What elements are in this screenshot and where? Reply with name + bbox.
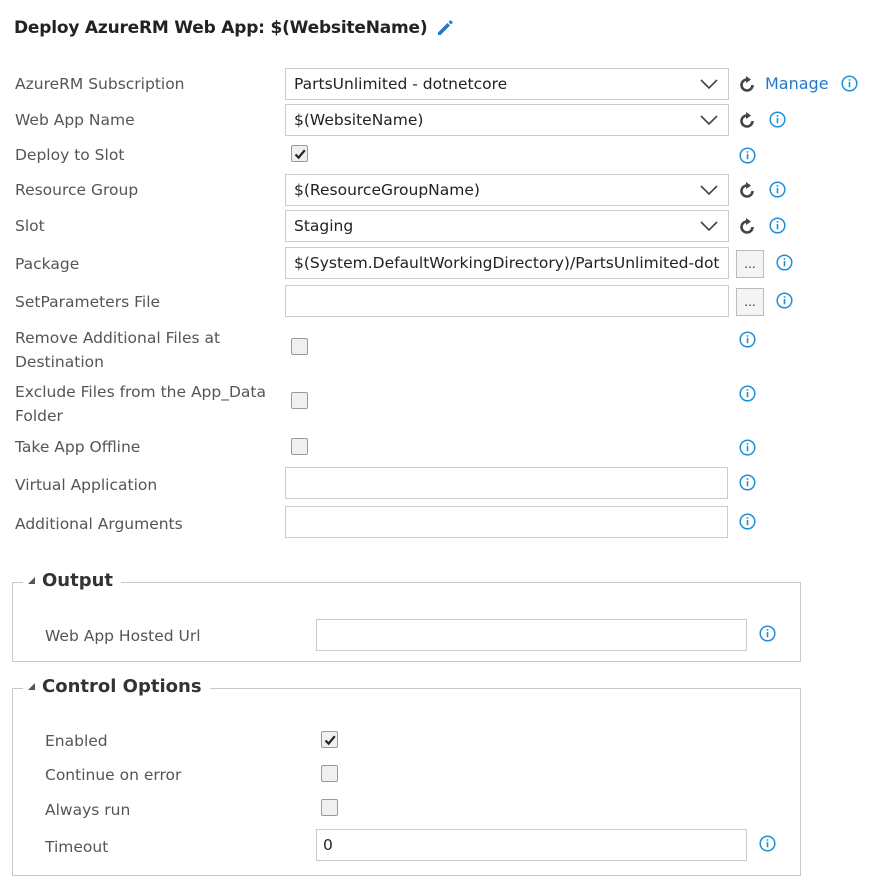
refresh-icon[interactable]	[737, 181, 757, 201]
additional-arguments-label: Additional Arguments	[15, 515, 183, 533]
refresh-icon[interactable]	[737, 75, 757, 95]
remove-additional-files-checkbox[interactable]	[291, 338, 308, 355]
chevron-down-icon	[700, 78, 718, 90]
exclude-app-data-label: Exclude Files from the App_Data Folder	[15, 383, 266, 425]
slot-label: Slot	[15, 217, 45, 235]
task-title: Deploy AzureRM Web App: $(WebsiteName)	[14, 18, 455, 38]
take-app-offline-checkbox[interactable]	[291, 438, 308, 455]
checkmark-icon	[294, 148, 306, 159]
web-app-name-value: $(WebsiteName)	[294, 111, 424, 129]
continue-on-error-label: Continue on error	[45, 766, 182, 784]
set-parameters-browse-button[interactable]: ...	[736, 288, 764, 316]
slot-select[interactable]: Staging	[285, 210, 729, 242]
info-icon[interactable]	[759, 835, 776, 852]
set-parameters-file-label: SetParameters File	[15, 293, 161, 311]
info-icon[interactable]	[739, 513, 756, 530]
task-title-text: Deploy AzureRM Web App: $(WebsiteName)	[14, 18, 428, 38]
enabled-checkbox[interactable]	[321, 731, 338, 748]
web-app-name-label: Web App Name	[15, 111, 135, 129]
collapse-triangle-icon	[27, 682, 36, 691]
deploy-to-slot-label: Deploy to Slot	[15, 146, 125, 164]
info-icon[interactable]	[841, 75, 858, 92]
virtual-application-label: Virtual Application	[15, 476, 158, 494]
control-options-group-header[interactable]: Control Options	[23, 676, 210, 697]
collapse-triangle-icon	[27, 576, 36, 585]
resource-group-value: $(ResourceGroupName)	[294, 181, 480, 199]
info-icon[interactable]	[769, 111, 786, 128]
subscription-value: PartsUnlimited - dotnetcore	[294, 75, 508, 93]
remove-additional-files-label: Remove Additional Files at Destination	[15, 329, 221, 371]
info-icon[interactable]	[776, 292, 793, 309]
package-label: Package	[15, 255, 80, 273]
subscription-select[interactable]: PartsUnlimited - dotnetcore	[285, 68, 729, 100]
enabled-label: Enabled	[45, 732, 108, 750]
subscription-label: AzureRM Subscription	[15, 75, 185, 93]
chevron-down-icon	[700, 114, 718, 126]
web-app-name-select[interactable]: $(WebsiteName)	[285, 104, 729, 136]
timeout-label: Timeout	[45, 838, 109, 856]
chevron-down-icon	[700, 184, 718, 196]
info-icon[interactable]	[759, 625, 776, 642]
resource-group-select[interactable]: $(ResourceGroupName)	[285, 174, 729, 206]
output-group-title: Output	[42, 570, 114, 591]
web-app-hosted-url-label: Web App Hosted Url	[45, 627, 201, 645]
chevron-down-icon	[700, 220, 718, 232]
control-options-group: Control Options Enabled Continue on erro…	[12, 676, 801, 876]
info-icon[interactable]	[739, 439, 756, 456]
info-icon[interactable]	[739, 385, 756, 402]
always-run-label: Always run	[45, 801, 131, 819]
info-icon[interactable]	[739, 474, 756, 491]
slot-value: Staging	[294, 217, 354, 235]
resource-group-label: Resource Group	[15, 181, 139, 199]
manage-link[interactable]: Manage	[765, 73, 829, 95]
always-run-checkbox[interactable]	[321, 799, 338, 816]
info-icon[interactable]	[769, 181, 786, 198]
refresh-icon[interactable]	[737, 217, 757, 237]
info-icon[interactable]	[769, 217, 786, 234]
info-icon[interactable]	[739, 147, 756, 164]
output-group: Output Web App Hosted Url	[12, 570, 801, 662]
package-browse-button[interactable]: ...	[736, 250, 764, 278]
additional-arguments-input[interactable]	[285, 506, 728, 538]
exclude-app-data-checkbox[interactable]	[291, 392, 308, 409]
set-parameters-file-input[interactable]	[285, 285, 729, 317]
pencil-icon[interactable]	[435, 18, 455, 38]
output-group-header[interactable]: Output	[23, 570, 122, 591]
virtual-application-input[interactable]	[285, 467, 728, 499]
info-icon[interactable]	[776, 254, 793, 271]
continue-on-error-checkbox[interactable]	[321, 765, 338, 782]
control-options-group-title: Control Options	[42, 676, 202, 697]
info-icon[interactable]	[739, 331, 756, 348]
take-app-offline-label: Take App Offline	[15, 438, 141, 456]
refresh-icon[interactable]	[737, 111, 757, 131]
package-input[interactable]: $(System.DefaultWorkingDirectory)/PartsU…	[285, 247, 729, 279]
deploy-to-slot-checkbox[interactable]	[291, 145, 308, 162]
web-app-hosted-url-input[interactable]	[316, 619, 747, 651]
checkmark-icon	[324, 734, 336, 745]
timeout-input[interactable]: 0	[316, 829, 747, 861]
